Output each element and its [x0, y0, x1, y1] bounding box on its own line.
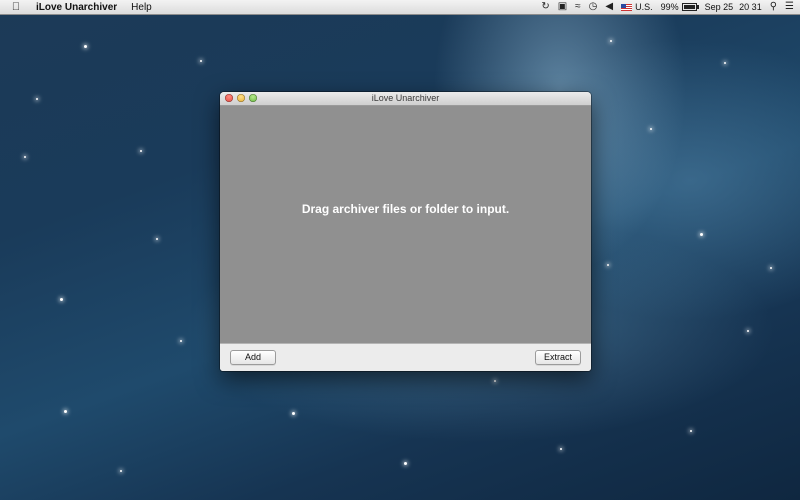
- star: [650, 128, 652, 130]
- star: [180, 340, 182, 342]
- menu-help[interactable]: Help: [131, 2, 152, 13]
- star: [690, 430, 692, 432]
- drop-zone[interactable]: Drag archiver files or folder to input.: [220, 106, 591, 343]
- star: [292, 412, 295, 415]
- star: [494, 380, 496, 382]
- apple-icon[interactable]: : [9, 0, 23, 14]
- menu-bar:  iLove Unarchiver Help ↻ ▣ ≈ ◷ ◀ U.S. 9…: [0, 0, 800, 15]
- star: [36, 98, 38, 100]
- star: [200, 60, 202, 62]
- input-source-menu[interactable]: U.S.: [621, 2, 653, 12]
- extract-button[interactable]: Extract: [535, 350, 581, 365]
- clock-date: Sep 25: [704, 2, 734, 12]
- star: [84, 45, 87, 48]
- star: [140, 150, 142, 152]
- bottom-toolbar: Add Extract: [220, 343, 591, 371]
- battery-percent: 99%: [660, 2, 679, 12]
- star: [156, 238, 158, 240]
- notification-center-icon[interactable]: ☰: [785, 0, 794, 14]
- star: [610, 40, 612, 42]
- star: [60, 298, 63, 301]
- star: [700, 233, 703, 236]
- drop-zone-text: Drag archiver files or folder to input.: [301, 201, 510, 216]
- desktop:  iLove Unarchiver Help ↻ ▣ ≈ ◷ ◀ U.S. 9…: [0, 0, 800, 500]
- sync-icon[interactable]: ↻: [541, 0, 549, 14]
- star: [24, 156, 26, 158]
- volume-icon[interactable]: ◀: [605, 0, 613, 14]
- app-window: iLove Unarchiver Drag archiver files or …: [220, 92, 591, 371]
- star: [64, 410, 67, 413]
- star: [120, 470, 122, 472]
- clock-time: 20 31: [739, 2, 762, 12]
- add-button[interactable]: Add: [230, 350, 276, 365]
- star: [404, 462, 407, 465]
- window-title: iLove Unarchiver: [371, 93, 440, 103]
- star: [770, 267, 772, 269]
- star: [560, 448, 562, 450]
- time-machine-icon[interactable]: ◷: [589, 0, 598, 14]
- star: [747, 330, 749, 332]
- battery-menu[interactable]: 99%: [660, 2, 699, 12]
- input-source-label: U.S.: [635, 2, 653, 12]
- battery-fill: [683, 5, 695, 9]
- battery-icon: [681, 3, 699, 11]
- star: [607, 264, 609, 266]
- wifi-icon[interactable]: ≈: [575, 0, 581, 14]
- menu-app-name[interactable]: iLove Unarchiver: [36, 2, 117, 13]
- display-icon[interactable]: ▣: [558, 0, 567, 14]
- spotlight-search-icon[interactable]: ⚲: [770, 0, 777, 14]
- star: [724, 62, 726, 64]
- us-flag-icon: [621, 3, 633, 11]
- title-bar[interactable]: iLove Unarchiver: [220, 92, 591, 106]
- clock[interactable]: Sep 25 20 31: [705, 2, 762, 12]
